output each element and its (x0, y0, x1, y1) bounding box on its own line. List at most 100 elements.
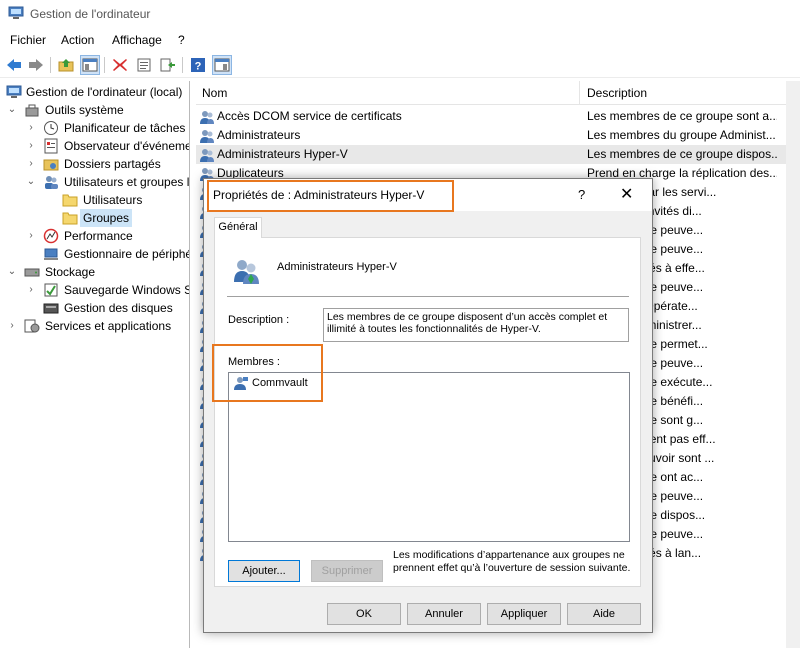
export-list-icon (160, 58, 175, 72)
folder-icon (62, 194, 78, 207)
users-groups-icon (45, 176, 58, 189)
up-level-button[interactable] (56, 55, 76, 75)
show-hide-action-pane-button[interactable] (212, 55, 232, 75)
chevron-down-icon[interactable]: ⌄ (7, 101, 17, 119)
chevron-right-icon[interactable]: › (26, 155, 36, 173)
menu-action[interactable]: Action (61, 33, 94, 47)
properties-icon (137, 58, 151, 72)
tree-item-storage[interactable]: ⌄ Stockage (0, 263, 189, 281)
tree-item-label: Utilisateurs (83, 193, 143, 207)
tree-item-disk-management[interactable]: Gestion des disques (0, 299, 189, 317)
svg-text:?: ? (195, 61, 202, 73)
apply-button[interactable]: Appliquer (487, 603, 561, 625)
folder-icon (62, 212, 78, 225)
tree-item-groups[interactable]: Groupes (0, 209, 189, 227)
chevron-right-icon[interactable]: › (26, 281, 36, 299)
remove-button[interactable]: Supprimer (311, 560, 383, 582)
properties-dialog: Propriétés de : Administrateurs Hyper-V … (203, 178, 653, 633)
table-row[interactable]: Accès DCOM service de certificats Les mem… (196, 107, 786, 126)
group-name: Administrateurs Hyper-V (277, 261, 397, 273)
highlight-box-dialog-title (207, 180, 454, 212)
chevron-right-icon[interactable]: › (26, 137, 36, 155)
help-toolbar-button[interactable]: ? (188, 55, 208, 75)
export-list-button[interactable] (158, 55, 178, 75)
shared-folders-icon (43, 159, 59, 171)
tree-item-label: Gestionnaire de périphé (64, 247, 190, 261)
help-icon[interactable]: ? (578, 187, 585, 202)
group-description: Les membres du groupe Administ... (587, 128, 776, 142)
tree-item-performance[interactable]: › Performance (0, 227, 189, 245)
forward-button[interactable] (26, 55, 46, 75)
close-icon[interactable]: ✕ (620, 184, 633, 204)
group-icon (200, 130, 214, 143)
delete-button[interactable] (110, 55, 130, 75)
add-button[interactable]: Ajouter... (228, 560, 300, 582)
chevron-right-icon[interactable]: › (26, 119, 36, 137)
tree-item-windows-backup[interactable]: › Sauvegarde Windows Se (0, 281, 189, 299)
tree-item-label: Performance (64, 229, 133, 243)
tab-general[interactable]: Général (214, 217, 262, 238)
general-tab-panel: Administrateurs Hyper-V Description : Le… (214, 237, 641, 587)
table-row[interactable]: Administrateurs Hyper-V Les membres de ce… (196, 145, 786, 164)
table-row[interactable]: Administrateurs Les membres du groupe Adm… (196, 126, 786, 145)
chevron-down-icon[interactable]: ⌄ (26, 173, 36, 191)
menu-help[interactable]: ? (178, 33, 185, 47)
services-applications-icon (24, 319, 40, 333)
tree-item-computer-management[interactable]: Gestion de l'ordinateur (local) (0, 83, 189, 101)
description-field[interactable]: Les membres de ce groupe disposent d’un … (323, 308, 629, 342)
column-header-description[interactable]: Description (587, 86, 647, 100)
group-name: Administrateurs (217, 128, 301, 142)
show-hide-tree-button[interactable] (80, 55, 100, 75)
tree-item-event-viewer[interactable]: › Observateur d'événeme (0, 137, 190, 155)
tree-item-system-tools[interactable]: ⌄ Outils système (0, 101, 189, 119)
tree-item-shared-folders[interactable]: › Dossiers partagés (0, 155, 189, 173)
disk-management-icon (43, 303, 59, 314)
show-hide-tree-icon (82, 58, 98, 72)
chevron-down-icon[interactable]: ⌄ (7, 263, 17, 281)
highlight-box-members (212, 344, 323, 402)
ok-button[interactable]: OK (327, 603, 401, 625)
list-header: Nom Description (196, 81, 786, 105)
help-button[interactable]: Aide (567, 603, 641, 625)
tree-item-local-users-groups[interactable]: ⌄ Utilisateurs et groupes l (0, 173, 190, 191)
membership-note: Les modifications d’appartenance aux gro… (393, 549, 631, 574)
system-tools-icon (25, 104, 39, 117)
back-arrow-icon (7, 59, 21, 71)
menu-affichage[interactable]: Affichage (112, 33, 162, 47)
storage-icon (24, 268, 40, 277)
tree-item-label: Stockage (45, 265, 96, 279)
tree-item-label: Outils système (45, 103, 124, 117)
tree-item-services-applications[interactable]: › Services et applications (0, 317, 189, 335)
tree-item-label: Utilisateurs et groupes l (64, 175, 190, 189)
tree-item-task-scheduler[interactable]: › Planificateur de tâches (0, 119, 189, 137)
tree-item-label: Observateur d'événeme (64, 139, 190, 153)
windows-backup-icon (44, 283, 58, 297)
tree-item-label: Groupes (80, 209, 133, 227)
tree-item-users[interactable]: Utilisateurs (0, 191, 189, 209)
menu-fichier[interactable]: Fichier (10, 33, 46, 47)
computer-management-icon (6, 85, 22, 98)
properties-button[interactable] (134, 55, 154, 75)
delete-icon (113, 59, 127, 71)
divider (227, 296, 629, 297)
up-folder-icon (58, 59, 74, 72)
column-header-name[interactable]: Nom (202, 86, 227, 100)
column-divider[interactable] (579, 81, 580, 105)
toolbar-separator (182, 57, 183, 73)
cancel-button[interactable]: Annuler (407, 603, 481, 625)
group-icon (200, 111, 214, 124)
forward-arrow-icon (29, 59, 43, 71)
group-description: Les membres de ce groupe sont a... (587, 109, 777, 123)
window-title: Gestion de l'ordinateur (30, 7, 151, 21)
tree-item-label: Services et applications (45, 319, 172, 333)
chevron-right-icon[interactable]: › (26, 227, 36, 245)
toolbar-separator (104, 57, 105, 73)
chevron-right-icon[interactable]: › (7, 317, 17, 335)
tree-item-device-manager[interactable]: Gestionnaire de périphé (0, 245, 190, 263)
tree-item-label: Gestion des disques (64, 301, 173, 315)
vertical-scrollbar[interactable] (786, 81, 800, 648)
tree-item-label: Dossiers partagés (64, 157, 161, 171)
show-hide-action-pane-icon (214, 58, 230, 72)
back-button[interactable] (4, 55, 24, 75)
window-titlebar: Gestion de l'ordinateur (0, 0, 800, 28)
